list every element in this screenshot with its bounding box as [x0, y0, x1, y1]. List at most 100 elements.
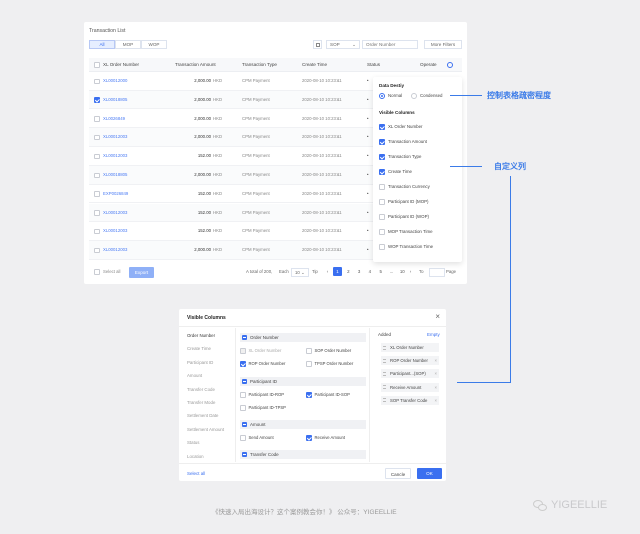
column-checkbox[interactable] [379, 214, 385, 220]
visible-column-option[interactable]: Transaction Type [379, 154, 421, 160]
page-button[interactable]: 2 [344, 267, 353, 276]
row-checkbox[interactable] [94, 153, 100, 160]
column-checkbox[interactable] [379, 244, 385, 250]
remove-icon[interactable]: × [434, 369, 437, 378]
drag-handle-icon[interactable] [383, 358, 386, 363]
select-all-checkbox[interactable] [94, 269, 100, 275]
tab-all[interactable]: All [89, 40, 115, 49]
empty-button[interactable]: Empty [427, 332, 440, 337]
order-number-link[interactable]: XL00012000 [103, 72, 127, 90]
modal-nav-item[interactable]: Create Time [187, 346, 211, 351]
row-checkbox[interactable] [94, 97, 100, 103]
row-more-icon[interactable]: › [337, 166, 338, 184]
order-number-link[interactable]: XL00018805 [103, 166, 127, 184]
row-checkbox[interactable] [94, 78, 100, 84]
order-number-link[interactable]: XL00012003 [103, 147, 127, 165]
added-column-item[interactable]: Participant...(SOP) × [381, 369, 439, 379]
option-send-amount[interactable]: Send Amount [240, 435, 274, 441]
checkbox-checked[interactable] [240, 361, 246, 367]
row-more-icon[interactable]: › [337, 110, 338, 128]
remove-icon[interactable]: × [434, 356, 437, 365]
export-button[interactable]: Export [129, 266, 154, 278]
drag-handle-icon[interactable] [383, 345, 386, 350]
page-button[interactable]: 5 [376, 267, 385, 276]
modal-nav-item[interactable]: Status [187, 440, 199, 445]
option-receive-amount[interactable]: Receive Amount [306, 435, 345, 441]
added-column-item[interactable]: XL Order Number [381, 343, 439, 352]
option-participant-tpsp[interactable]: Participant ID-TPSP [240, 405, 286, 411]
option-tpsp-order[interactable]: TPSP Order Number [306, 361, 353, 367]
modal-nav-item[interactable]: Participant ID [187, 360, 213, 365]
goto-input[interactable] [429, 267, 445, 277]
row-more-icon[interactable]: › [337, 128, 338, 146]
column-checkbox[interactable] [379, 199, 385, 205]
order-number-link[interactable]: XL0026849 [103, 110, 125, 128]
column-checkbox[interactable] [379, 229, 385, 235]
page-button[interactable]: 1 [333, 267, 342, 276]
visible-column-option[interactable]: MOP Transaction Time [379, 229, 433, 235]
row-more-icon[interactable]: › [337, 241, 338, 259]
settings-icon[interactable] [447, 62, 453, 68]
remove-icon[interactable]: × [434, 383, 437, 392]
cancel-button[interactable]: Cancle [385, 468, 411, 479]
row-more-icon[interactable]: › [337, 204, 338, 222]
visible-column-option[interactable]: Transaction Amount [379, 139, 427, 145]
row-more-icon[interactable]: › [337, 72, 338, 90]
visible-column-option[interactable]: Create Time [379, 169, 412, 175]
order-number-link[interactable]: XL00018805 [103, 91, 127, 109]
added-column-item[interactable]: ROP Order Number × [381, 356, 439, 366]
order-number-link[interactable]: XL00012003 [103, 241, 127, 259]
calendar-button[interactable] [313, 40, 322, 49]
column-checkbox[interactable] [379, 139, 385, 145]
tab-wop[interactable]: WOP [141, 40, 167, 49]
row-checkbox[interactable] [94, 247, 100, 254]
ok-button[interactable]: OK [417, 468, 442, 479]
visible-column-option[interactable]: Transaction Currency [379, 184, 430, 190]
search-input[interactable] [362, 40, 418, 49]
close-icon[interactable]: × [435, 312, 440, 321]
row-checkbox[interactable] [94, 210, 100, 216]
group-transfer-code[interactable]: Transfer Code [240, 450, 366, 459]
group-participant[interactable]: Participant ID [240, 377, 366, 386]
tab-mop[interactable]: MOP [115, 40, 141, 49]
modal-nav-item[interactable]: Location [187, 454, 204, 459]
row-more-icon[interactable]: › [337, 222, 338, 240]
row-checkbox[interactable] [94, 116, 100, 122]
visible-column-option[interactable]: WOP Transaction Time [379, 244, 433, 250]
visible-column-option[interactable]: Participant ID (MOP) [379, 199, 429, 205]
checkbox[interactable] [240, 405, 246, 411]
drag-handle-icon[interactable] [383, 385, 386, 390]
visible-column-option[interactable]: Participant ID (WOP) [379, 214, 429, 220]
drag-handle-icon[interactable] [383, 371, 386, 376]
modal-nav-item[interactable]: Order Number [187, 333, 215, 338]
page-button[interactable]: 3 [355, 267, 364, 276]
modal-nav-item[interactable]: Settlement Amount [187, 427, 224, 432]
drag-handle-icon[interactable] [383, 398, 386, 403]
checkbox[interactable] [240, 392, 246, 398]
order-number-link[interactable]: EXP0026849 [103, 185, 128, 203]
column-checkbox[interactable] [379, 184, 385, 190]
option-participant-rop[interactable]: Participant ID-ROP [240, 392, 284, 398]
order-number-link[interactable]: XL00012003 [103, 204, 127, 222]
checkbox[interactable] [306, 348, 312, 354]
checkbox-checked[interactable] [306, 392, 312, 398]
modal-nav-item[interactable]: Transfer Mode [187, 400, 215, 405]
column-checkbox[interactable] [379, 124, 385, 130]
modal-select-all[interactable]: Select all [187, 471, 205, 476]
row-checkbox[interactable] [94, 134, 100, 141]
option-participant-sop[interactable]: Participant ID-SOP [306, 392, 350, 398]
row-checkbox[interactable] [94, 191, 100, 197]
row-more-icon[interactable]: › [337, 185, 338, 203]
order-number-link[interactable]: XL00012003 [103, 128, 127, 146]
per-page-select[interactable]: 10 ⌄ [291, 267, 309, 277]
density-condensed-option[interactable]: Condensed [411, 93, 442, 99]
option-sop-order[interactable]: SOP Order Number [306, 348, 351, 354]
filter-select[interactable]: SOP ⌄ [326, 40, 360, 49]
checkbox[interactable] [240, 435, 246, 441]
checkbox[interactable] [306, 361, 312, 367]
row-checkbox[interactable] [94, 228, 100, 235]
row-checkbox[interactable] [94, 172, 100, 178]
group-order-number[interactable]: Order Number [240, 333, 366, 342]
column-checkbox[interactable] [379, 154, 385, 160]
modal-nav-item[interactable]: Amount [187, 373, 202, 378]
